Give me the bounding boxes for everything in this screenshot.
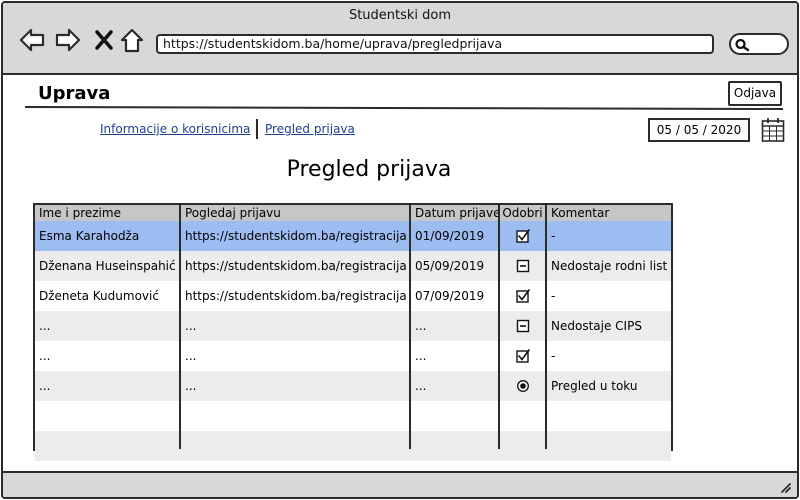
cell-comment [547, 401, 671, 431]
column-divider [179, 205, 181, 449]
home-button[interactable] [117, 25, 147, 55]
back-arrow-icon [19, 28, 45, 52]
cell-approve[interactable] [500, 371, 545, 401]
cell-approve [500, 401, 545, 431]
cell-date: ... [415, 349, 427, 363]
date-field[interactable]: 05 / 05 / 2020 [648, 118, 750, 142]
column-header-date: Datum prijave [415, 206, 498, 220]
cell-name [35, 401, 179, 431]
checkbox-checked-icon[interactable] [515, 349, 530, 363]
cell-date: ... [415, 319, 427, 333]
table-row[interactable]: ......... Nedostaje CIPS [35, 311, 671, 341]
cell-comment [547, 431, 671, 461]
cell-date [411, 431, 498, 461]
cell-date [411, 401, 498, 431]
browser-toolbar: Studentski dom https://studentskidom.ba/… [3, 3, 797, 75]
close-icon [95, 30, 113, 50]
nav-link-applications[interactable]: Pregled prijava [265, 122, 355, 136]
cell-name: Esma Karahodža [39, 229, 140, 243]
table-row[interactable]: Esma Karahodža https://studentskidom.ba/r… [35, 221, 671, 251]
cell-date: 07/09/2019 [415, 289, 485, 303]
cell-comment: - [551, 289, 556, 303]
column-header-application: Pogledaj prijavu [185, 206, 281, 220]
cell-name: ... [39, 319, 51, 333]
cell-application-link[interactable]: ... [181, 371, 409, 401]
checkbox-checked-icon[interactable] [515, 229, 530, 243]
minus-box-icon[interactable] [516, 259, 530, 273]
search-icon [735, 38, 750, 52]
cell-application-link [181, 431, 409, 461]
cell-name [35, 431, 179, 461]
back-button[interactable] [17, 25, 47, 55]
cell-approve [500, 431, 545, 461]
browser-window: Studentski dom https://studentskidom.ba/… [1, 1, 799, 499]
url-bar[interactable]: https://studentskidom.ba/home/uprava/pre… [156, 34, 714, 54]
window-title: Studentski dom [348, 8, 452, 23]
browser-search-field[interactable] [729, 33, 789, 55]
cell-comment: Nedostaje CIPS [551, 319, 642, 333]
table-row[interactable]: Dženeta Kudumović https://studentskidom.b… [35, 281, 671, 311]
cell-approve[interactable] [500, 251, 545, 281]
cell-approve[interactable] [500, 311, 545, 341]
minus-box-icon[interactable] [516, 319, 530, 333]
cell-approve[interactable] [500, 281, 545, 311]
table-row[interactable] [35, 431, 671, 461]
app-title: Uprava [38, 83, 111, 104]
table-row[interactable]: ......... - [35, 341, 671, 371]
checkbox-checked-icon[interactable] [515, 289, 530, 303]
cell-name: ... [39, 379, 51, 393]
status-bar [3, 471, 797, 497]
table-row[interactable]: ......... Pregled u toku [35, 371, 671, 401]
cell-name: ... [39, 349, 51, 363]
cell-application-link[interactable]: https://studentskidom.ba/registracija [181, 281, 409, 311]
column-divider [545, 205, 547, 449]
column-header-comment: Komentar [551, 206, 610, 220]
table-row[interactable] [35, 401, 671, 431]
header-divider [24, 106, 784, 110]
column-divider [498, 205, 500, 449]
cell-approve[interactable] [500, 221, 545, 251]
cell-comment: - [551, 229, 556, 243]
cell-application-link [181, 401, 409, 431]
radio-selected-icon[interactable] [516, 379, 530, 393]
calendar-icon[interactable] [761, 117, 785, 143]
column-header-name: Ime i prezime [39, 206, 121, 220]
applications-table: Ime i prezime Pogledaj prijavu Datum pri… [33, 203, 673, 461]
cell-application-link[interactable]: https://studentskidom.ba/registracija [181, 221, 409, 251]
cell-name: Dženeta Kudumović [39, 289, 159, 303]
table-row[interactable]: Dženana Huseinspahić https://studentskido… [35, 251, 671, 281]
cell-approve[interactable] [500, 341, 545, 371]
page-content: Uprava Odjava Informacije o korisnicima … [3, 77, 797, 471]
nav-link-user-info[interactable]: Informacije o korisnicima [100, 122, 250, 136]
stop-button[interactable] [89, 25, 119, 55]
page-title: Pregled prijava [286, 157, 452, 182]
home-icon [120, 28, 144, 53]
resize-grip-icon[interactable] [777, 479, 791, 493]
cell-name: Dženana Huseinspahić [39, 259, 176, 273]
cell-date: 05/09/2019 [415, 259, 485, 273]
cell-comment: - [551, 349, 556, 363]
forward-button[interactable] [53, 25, 83, 55]
cell-application-link[interactable]: ... [181, 311, 409, 341]
cell-date: 01/09/2019 [415, 229, 485, 243]
cell-date: ... [415, 379, 427, 393]
nav-separator [256, 119, 258, 139]
cell-comment: Nedostaje rodni list [551, 259, 668, 273]
cell-comment: Pregled u toku [551, 379, 638, 393]
forward-arrow-icon [55, 28, 81, 52]
column-divider [409, 205, 411, 449]
cell-application-link[interactable]: https://studentskidom.ba/registracija [181, 251, 409, 281]
column-header-approve: Odobri [502, 206, 543, 220]
logout-button[interactable]: Odjava [728, 81, 782, 106]
table-header-row: Ime i prezime Pogledaj prijavu Datum pri… [35, 205, 671, 221]
cell-application-link[interactable]: ... [181, 341, 409, 371]
